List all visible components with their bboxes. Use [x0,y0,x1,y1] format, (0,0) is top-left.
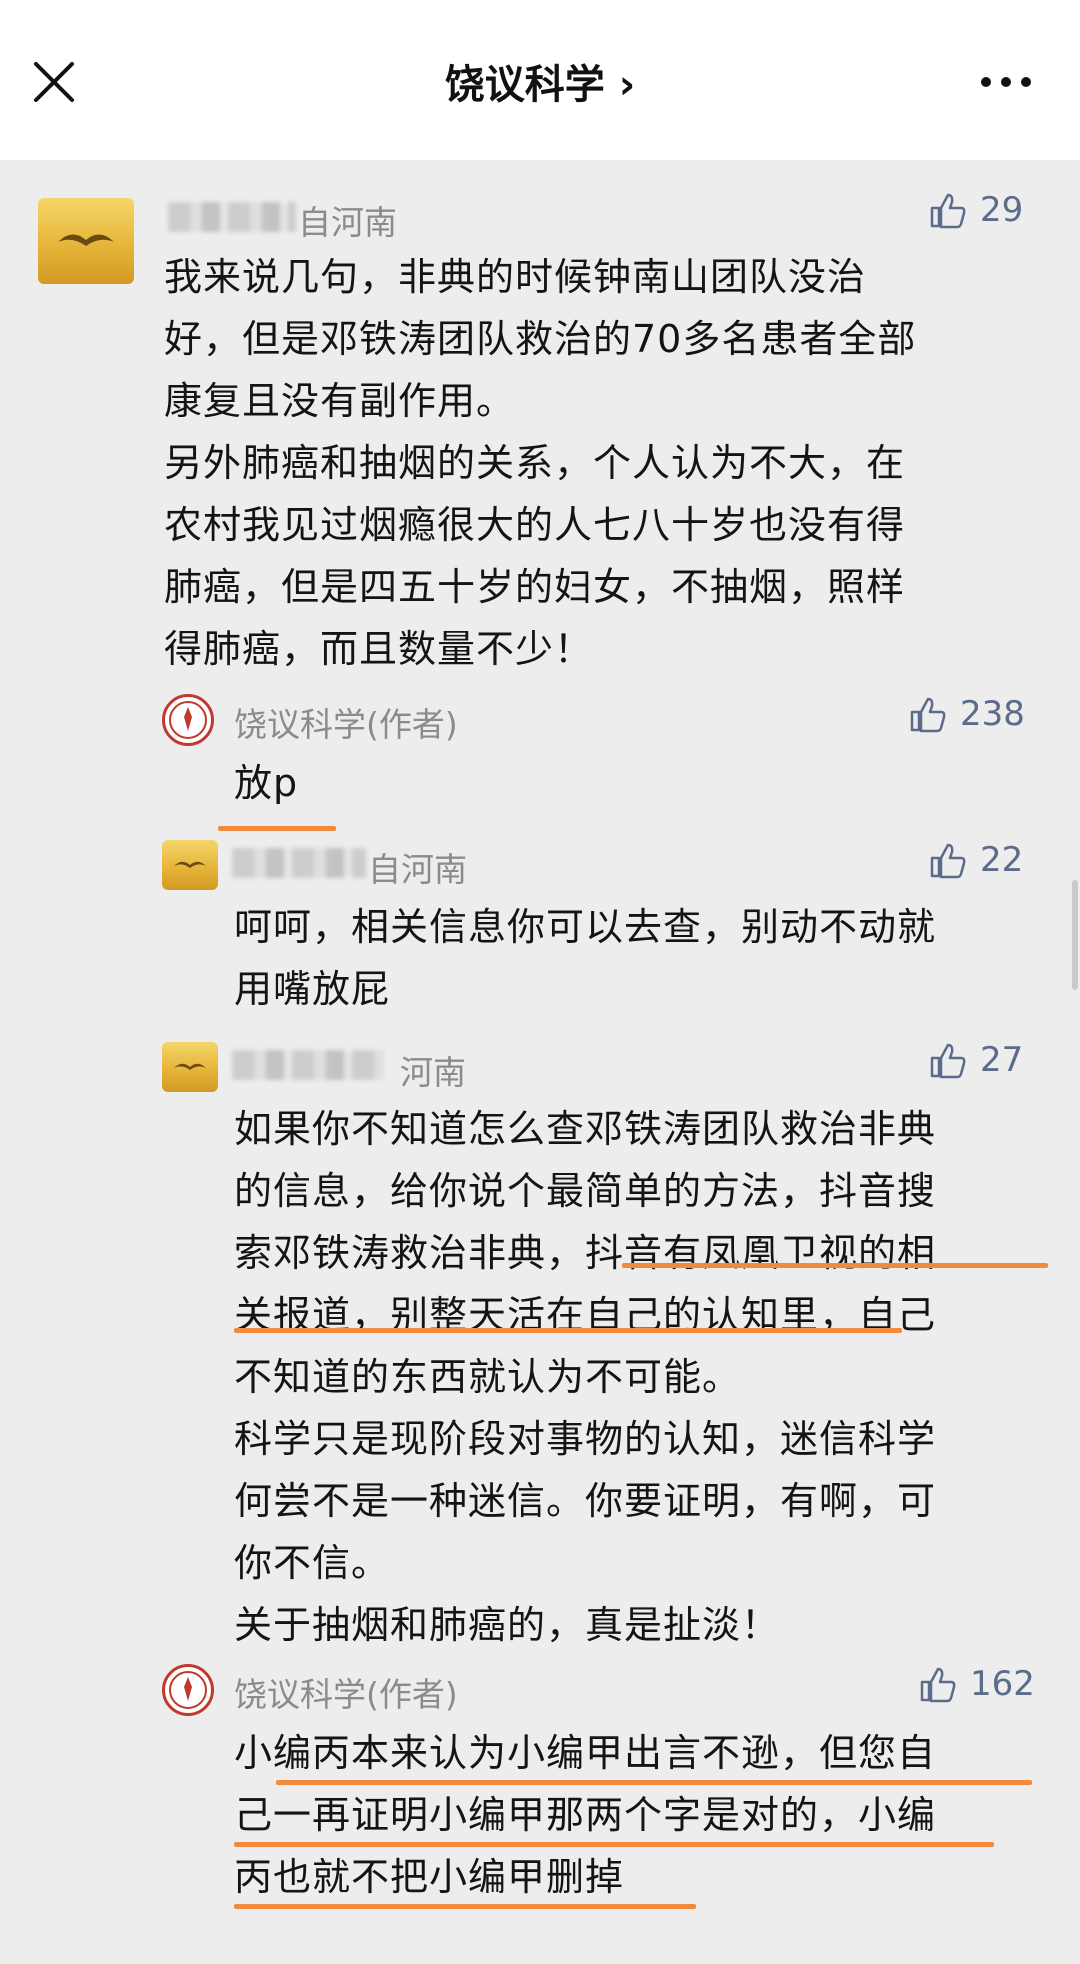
like-button[interactable]: 29 [928,190,1023,230]
blurred-username [232,1050,384,1080]
scrollbar[interactable] [1072,880,1078,990]
highlight-underline [234,1842,994,1847]
bird-icon [174,861,206,868]
bird-icon [58,234,114,246]
like-button[interactable]: 27 [928,1040,1023,1080]
top-bar: 饶议科学 › [0,0,1080,160]
reply-text: 如果你不知道怎么查邓铁涛团队救治非典 的信息，给你说个最简单的方法，抖音搜 索邓… [234,1107,937,1647]
thumbs-up-icon [930,193,966,229]
like-count: 238 [960,694,1025,734]
like-button[interactable]: 238 [908,694,1025,734]
commenter-name: 自河南 [298,203,397,242]
bird-icon [174,1063,206,1070]
highlight-underline [234,1328,902,1333]
comment-text: 我来说几句，非典的时候钟南山团队没治 好，但是邓铁涛团队救治的70多名患者全部 … [164,255,917,671]
commenter-name: 自河南 [368,850,467,889]
highlight-underline [234,1904,696,1909]
reply-text: 放p [234,761,299,805]
seal-icon [169,1671,207,1709]
like-button[interactable]: 162 [918,1664,1035,1704]
seal-icon [169,701,207,739]
like-count: 162 [970,1664,1035,1704]
reply-text: 呵呵，相关信息你可以去查，别动不动就 用嘴放屁 [234,905,937,1011]
page-title[interactable]: 饶议科学 › [0,52,1080,110]
blurred-username [168,202,296,232]
like-count: 29 [980,190,1024,230]
avatar[interactable] [162,840,218,890]
thumbs-up-icon [910,697,946,733]
author-avatar[interactable] [162,694,214,746]
avatar[interactable] [38,198,134,284]
like-count: 27 [980,1040,1024,1080]
author-avatar[interactable] [162,1664,214,1716]
author-name: 饶议科学(作者) [234,1675,458,1714]
blurred-username [232,848,366,878]
reply-text: 小编丙本来认为小编甲出言不逊，但您自 己一再证明小编甲那两个字是对的，小编 丙也… [234,1731,937,1899]
like-count: 22 [980,840,1024,880]
highlight-underline [622,1263,1048,1268]
highlight-underline [276,1780,1032,1785]
thumbs-up-icon [930,1043,966,1079]
more-icon[interactable] [978,64,1034,100]
thumbs-up-icon [920,1667,956,1703]
commenter-name: 河南 [400,1053,466,1092]
author-name: 饶议科学(作者) [234,705,458,744]
thumbs-up-icon [930,843,966,879]
avatar[interactable] [162,1042,218,1092]
like-button[interactable]: 22 [928,840,1023,880]
name-underline [218,826,336,831]
